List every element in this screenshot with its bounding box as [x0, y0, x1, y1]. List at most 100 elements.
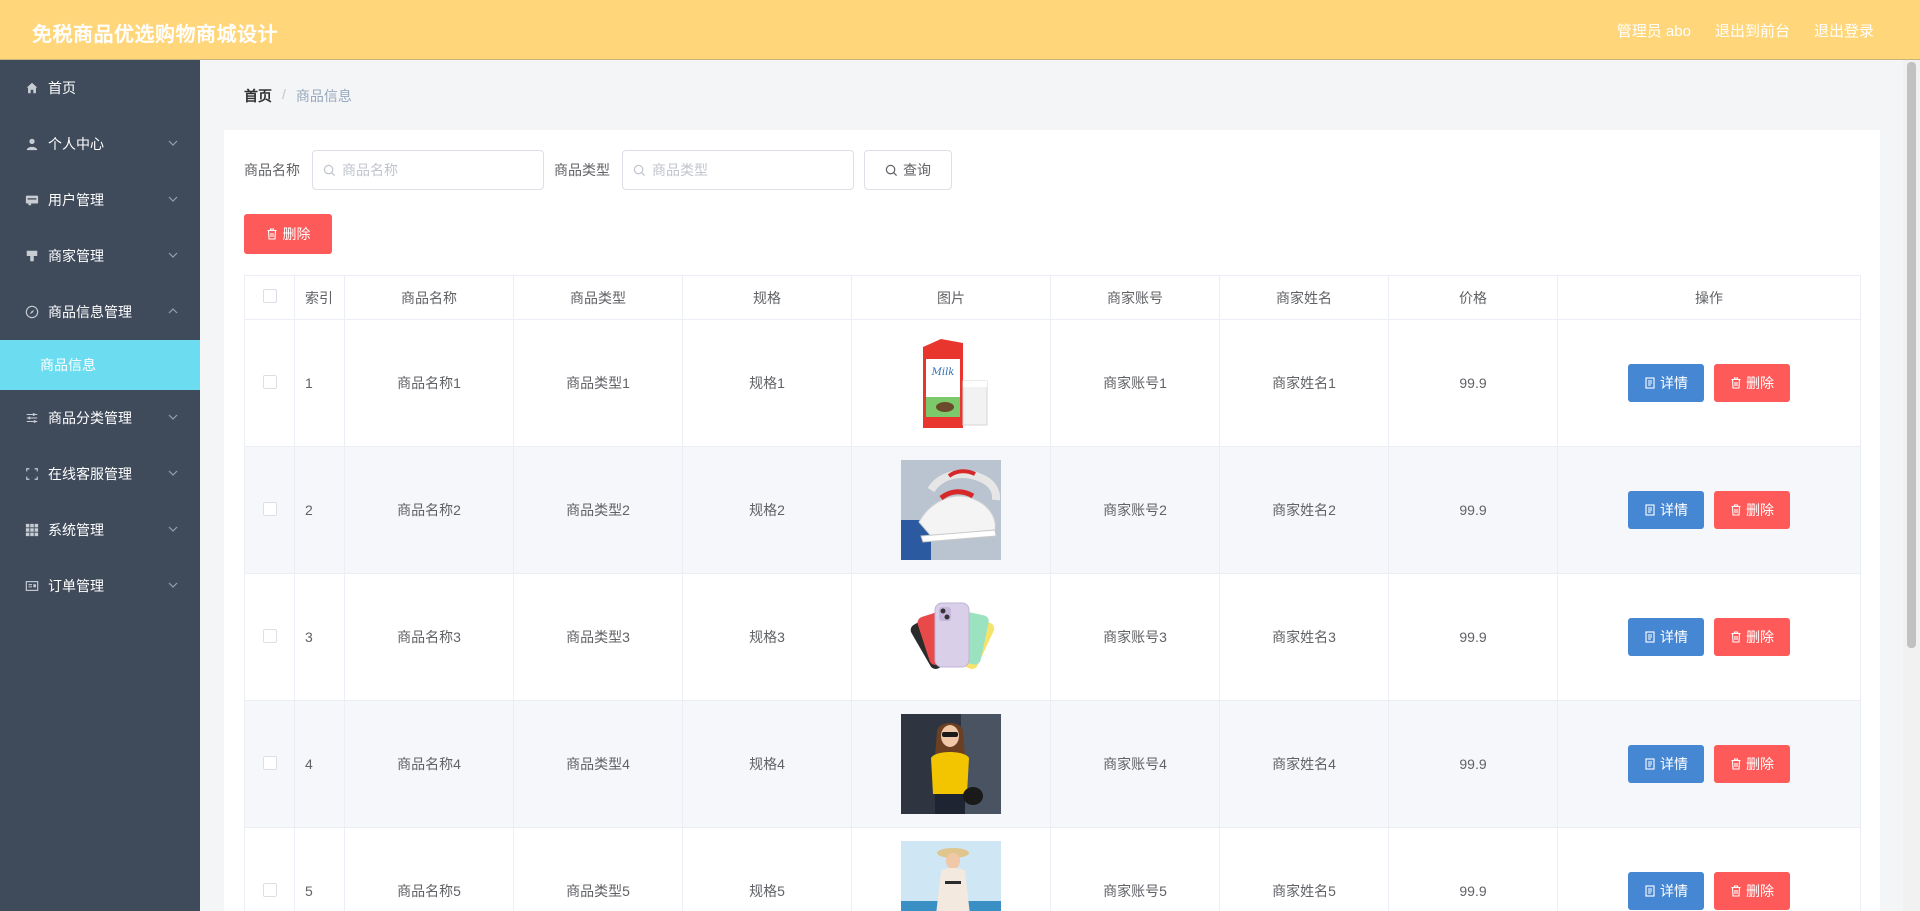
batch-delete-button[interactable]: 删除 — [244, 214, 332, 254]
query-button[interactable]: 查询 — [864, 150, 952, 190]
chevron-down-icon — [168, 582, 178, 588]
compass-icon — [24, 304, 40, 320]
merchant-account-cell: 商家账号2 — [1050, 446, 1220, 574]
row-checkbox[interactable] — [262, 882, 277, 897]
table-row: 2 商品名称2 商品类型2 规格2 商家账号2 商家姓名2 99.9 详情 删除 — [244, 446, 1861, 574]
delete-button[interactable]: 删除 — [1714, 491, 1790, 529]
top-header: 免税商品优选购物商城设计 管理员 abo 退出到前台 退出登录 — [0, 0, 1920, 60]
spec-cell: 规格5 — [682, 827, 852, 911]
column-header: 索引 — [294, 275, 345, 320]
detail-button[interactable]: 详情 — [1628, 364, 1704, 402]
row-checkbox[interactable] — [262, 628, 277, 643]
home-icon — [24, 80, 40, 96]
delete-button[interactable]: 删除 — [1714, 872, 1790, 910]
product-name-cell: 商品名称4 — [344, 700, 514, 828]
delete-button[interactable]: 删除 — [1714, 618, 1790, 656]
sidebar-item-merchants[interactable]: 商家管理 — [0, 228, 200, 284]
page-scrollbar[interactable] — [1903, 60, 1920, 911]
column-header: 商家姓名 — [1219, 275, 1389, 320]
sidebar-item-order-mgmt[interactable]: 订单管理 — [0, 558, 200, 614]
product-name-field[interactable] — [312, 150, 544, 190]
admin-label: 管理员 abo — [1616, 23, 1691, 40]
back-to-front-link[interactable]: 退出到前台 — [1715, 20, 1790, 41]
sidebar-item-label: 订单管理 — [48, 578, 104, 594]
merchant-name-cell: 商家姓名2 — [1219, 446, 1389, 574]
product-type-cell: 商品类型2 — [513, 446, 683, 574]
sidebar: 首页 个人中心 用户管理 商家管理 商品信息管理 商品信息 商品分类管理 在线客… — [0, 60, 200, 911]
merchant-name-cell: 商家姓名5 — [1219, 827, 1389, 911]
document-icon — [1645, 504, 1655, 516]
sidebar-item-label: 个人中心 — [48, 136, 104, 152]
chevron-down-icon — [168, 252, 178, 258]
row-checkbox[interactable] — [262, 374, 277, 389]
colorful-phones-image — [901, 587, 1001, 687]
detail-button-label: 详情 — [1660, 883, 1688, 899]
logout-link[interactable]: 退出登录 — [1814, 20, 1874, 41]
milk-carton-image: Milk — [901, 333, 1001, 433]
merchant-account-cell: 商家账号4 — [1050, 700, 1220, 828]
breadcrumb: 首页 / 商品信息 — [244, 86, 352, 106]
trash-icon — [1731, 885, 1741, 897]
row-select-cell — [244, 827, 295, 911]
detail-button[interactable]: 详情 — [1628, 745, 1704, 783]
main-content: 首页 / 商品信息 商品名称 商品类型 查询 删除 — [200, 60, 1903, 911]
row-select-cell — [244, 700, 295, 828]
column-header: 规格 — [682, 275, 852, 320]
chevron-down-icon — [168, 140, 178, 146]
sliders-icon — [24, 410, 40, 426]
batch-delete-label: 删除 — [282, 226, 311, 242]
sidebar-subitem-product-info[interactable]: 商品信息 — [0, 340, 200, 390]
yellow-top-woman-image — [901, 714, 1001, 814]
sidebar-item-support-mgmt[interactable]: 在线客服管理 — [0, 446, 200, 502]
detail-button-label: 详情 — [1660, 629, 1688, 645]
actions-cell: 详情 删除 — [1557, 446, 1861, 574]
merchant-name-cell: 商家姓名4 — [1219, 700, 1389, 828]
spec-cell: 规格1 — [682, 319, 852, 447]
detail-button[interactable]: 详情 — [1628, 491, 1704, 529]
merchant-account-cell: 商家账号5 — [1050, 827, 1220, 911]
delete-button[interactable]: 删除 — [1714, 364, 1790, 402]
sidebar-item-category-mgmt[interactable]: 商品分类管理 — [0, 390, 200, 446]
trash-icon — [1731, 758, 1741, 770]
row-select-cell — [244, 446, 295, 574]
sidebar-item-system-mgmt[interactable]: 系统管理 — [0, 502, 200, 558]
search-icon — [323, 164, 336, 176]
spec-cell: 规格3 — [682, 573, 852, 701]
price-cell: 99.9 — [1388, 700, 1558, 828]
sidebar-item-product-info-mgmt[interactable]: 商品信息管理 — [0, 284, 200, 340]
breadcrumb-home[interactable]: 首页 — [244, 86, 272, 106]
product-type-field[interactable] — [622, 150, 854, 190]
sidebar-item-profile[interactable]: 个人中心 — [0, 116, 200, 172]
beach-dress-woman-image — [901, 841, 1001, 911]
row-checkbox[interactable] — [262, 501, 277, 516]
sidebar-item-label: 商品信息管理 — [48, 304, 132, 320]
sidebar-item-label: 用户管理 — [48, 192, 104, 208]
svg-text:Milk: Milk — [931, 367, 955, 378]
image-cell — [851, 573, 1051, 701]
scrollbar-thumb[interactable] — [1907, 62, 1916, 648]
white-sneakers-image — [901, 460, 1001, 560]
detail-button[interactable]: 详情 — [1628, 872, 1704, 910]
product-type-cell: 商品类型4 — [513, 700, 683, 828]
query-button-label: 查询 — [903, 162, 931, 178]
product-type-cell: 商品类型5 — [513, 827, 683, 911]
product-name-cell: 商品名称3 — [344, 573, 514, 701]
detail-button[interactable]: 详情 — [1628, 618, 1704, 656]
select-all-checkbox[interactable] — [262, 289, 277, 303]
delete-button[interactable]: 删除 — [1714, 745, 1790, 783]
price-cell: 99.9 — [1388, 446, 1558, 574]
image-cell — [851, 446, 1051, 574]
product-type-cell: 商品类型3 — [513, 573, 683, 701]
row-index: 2 — [294, 446, 345, 574]
image-cell — [851, 700, 1051, 828]
row-checkbox[interactable] — [262, 755, 277, 770]
product-type-input[interactable] — [652, 162, 842, 178]
merchant-account-cell: 商家账号3 — [1050, 573, 1220, 701]
product-type-label: 商品类型 — [554, 162, 610, 178]
sidebar-item-users[interactable]: 用户管理 — [0, 172, 200, 228]
product-name-input[interactable] — [342, 162, 532, 178]
table-row: 1 商品名称1 商品类型1 规格1 Milk 商家账号1 商家姓名1 99.9 … — [244, 319, 1861, 447]
row-index: 5 — [294, 827, 345, 911]
sidebar-item-home[interactable]: 首页 — [0, 60, 200, 116]
sidebar-subitem-label: 商品信息 — [40, 357, 96, 373]
